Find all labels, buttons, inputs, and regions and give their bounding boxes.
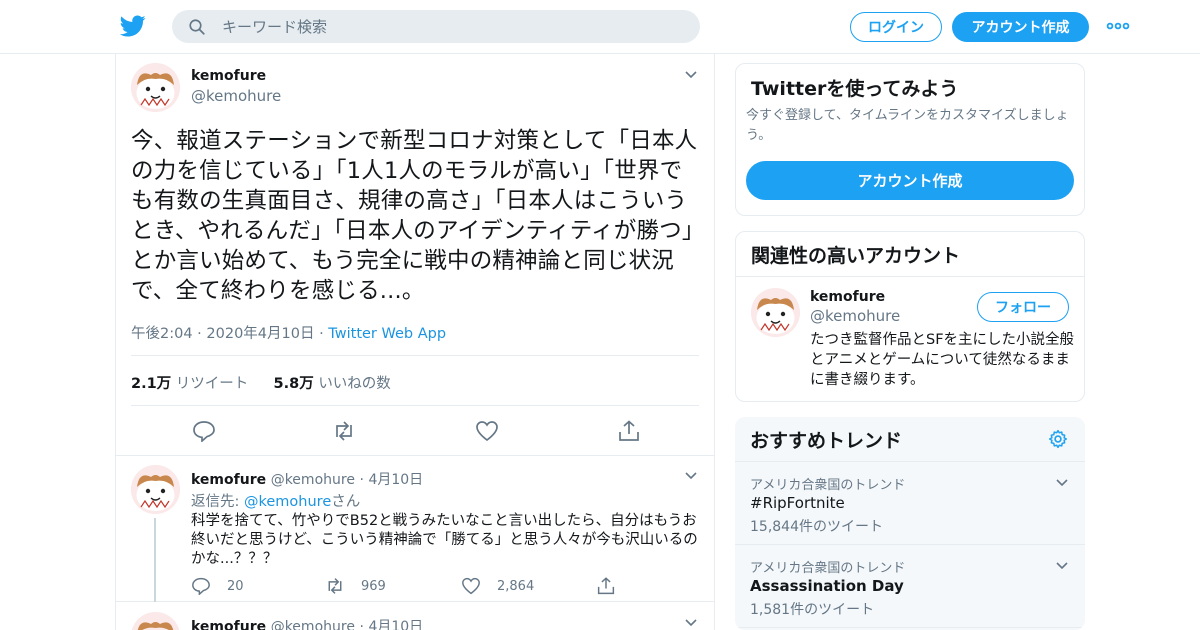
chevron-down-icon[interactable] bbox=[684, 471, 698, 481]
like-action[interactable]: 2,864 bbox=[461, 577, 534, 595]
tweet-source-link[interactable]: Twitter Web App bbox=[328, 326, 446, 342]
chevron-down-icon[interactable] bbox=[684, 70, 698, 80]
create-account-button[interactable]: アカウント作成 bbox=[746, 161, 1074, 200]
tweet-text: 今、報道ステーションで新型コロナ対策として「日本人の力を信じている」「1人1人の… bbox=[131, 128, 698, 304]
more-options-icon[interactable] bbox=[1106, 18, 1130, 34]
reply-author-name[interactable]: kemofure bbox=[191, 619, 266, 630]
share-icon[interactable] bbox=[596, 577, 616, 595]
avatar[interactable] bbox=[131, 612, 180, 630]
search-input[interactable] bbox=[222, 10, 682, 43]
chevron-down-icon[interactable] bbox=[1055, 561, 1069, 571]
trends-card: おすすめトレンド アメリカ合衆国のトレンド #RipFortnite 15,84… bbox=[735, 417, 1085, 630]
reply-to-suffix: さん bbox=[331, 494, 361, 510]
related-account-handle[interactable]: @kemohure bbox=[810, 307, 900, 325]
reply-to-prefix: 返信先: bbox=[191, 494, 240, 510]
cat-avatar-icon bbox=[131, 612, 180, 630]
retweet-count[interactable]: 2.1万 bbox=[131, 376, 171, 392]
retweet-count: 969 bbox=[361, 578, 386, 594]
trend-item[interactable]: アメリカ合衆国のトレンド Assassination Day 1,581件のツイ… bbox=[735, 546, 1085, 628]
trends-header: おすすめトレンド bbox=[735, 417, 1085, 462]
reply-to-line: 返信先: @kemohureさん bbox=[191, 490, 360, 511]
related-accounts-header: 関連性の高いアカウント bbox=[736, 232, 1084, 277]
signup-card-description: 今すぐ登録して、タイムラインをカスタマイズしましょう。 bbox=[746, 108, 1069, 143]
reply-author-name[interactable]: kemofure bbox=[191, 472, 266, 488]
like-label[interactable]: いいねの数 bbox=[318, 376, 391, 392]
cat-avatar-icon bbox=[131, 465, 180, 514]
reply-text: 科学を捨てて、竹やりでB52と戦うみたいなこと言い出したら、自分はもうお終いだと… bbox=[191, 513, 698, 567]
chevron-down-icon[interactable] bbox=[684, 618, 698, 628]
tweet-timestamp[interactable]: 午後2:04 · 2020年4月10日 bbox=[131, 326, 314, 342]
trend-location: アメリカ合衆国のトレンド bbox=[750, 478, 906, 493]
trend-name[interactable]: Assassination Day bbox=[750, 577, 904, 595]
reply-action[interactable]: 20 bbox=[191, 577, 244, 595]
reply-date[interactable]: · 4月10日 bbox=[360, 472, 424, 488]
signup-prompt-card: Twitterを使ってみよう 今すぐ登録して、タイムラインをカスタマイズしましょ… bbox=[735, 63, 1085, 216]
trend-name[interactable]: #RipFortnite bbox=[750, 494, 845, 512]
trend-item[interactable]: アメリカ合衆国のトレンド #RipFortnite 15,844件のツイート bbox=[735, 463, 1085, 545]
follow-button[interactable]: フォロー bbox=[977, 292, 1069, 322]
retweet-label[interactable]: リツイート bbox=[176, 376, 249, 392]
related-account-bio: たつき監督作品とSFを主にした小説全般とアニメとゲームについて徒然なるままに書き… bbox=[810, 332, 1075, 388]
reply-header: kemofure @kemohure · 4月10日 bbox=[191, 616, 423, 630]
reply-author-handle[interactable]: @kemohure bbox=[271, 472, 355, 488]
thread-connector bbox=[154, 518, 156, 602]
tweet-author-name[interactable]: kemofure bbox=[191, 68, 266, 84]
meta-separator: · bbox=[319, 326, 324, 342]
chevron-down-icon[interactable] bbox=[1055, 478, 1069, 488]
twitter-bird-logo-icon[interactable] bbox=[120, 13, 146, 39]
trend-tweet-count: 15,844件のツイート bbox=[750, 519, 883, 535]
reply-to-mention[interactable]: @kemohure bbox=[244, 494, 331, 510]
retweet-action[interactable]: 969 bbox=[325, 577, 386, 595]
like-heart-icon[interactable] bbox=[461, 577, 481, 595]
search-icon bbox=[189, 19, 205, 35]
divider bbox=[131, 405, 699, 406]
reply-icon[interactable] bbox=[191, 577, 211, 595]
share-icon[interactable] bbox=[617, 420, 641, 442]
cat-avatar-icon bbox=[751, 288, 800, 337]
cat-avatar-icon bbox=[131, 63, 180, 112]
related-account-name[interactable]: kemofure bbox=[810, 289, 885, 305]
retweet-icon[interactable] bbox=[332, 420, 356, 442]
retweet-icon[interactable] bbox=[325, 577, 345, 595]
tweet-stats: 2.1万 リツイート 5.8万 いいねの数 bbox=[131, 372, 391, 393]
reply-date[interactable]: · 4月10日 bbox=[360, 619, 424, 630]
like-heart-icon[interactable] bbox=[475, 420, 499, 442]
main-tweet: kemofure @kemohure 今、報道ステーションで新型コロナ対策として… bbox=[116, 54, 714, 456]
reply-author-handle[interactable]: @kemohure bbox=[271, 619, 355, 630]
trends-title: おすすめトレンド bbox=[750, 430, 903, 452]
avatar[interactable] bbox=[131, 63, 180, 112]
timeline-column: kemofure @kemohure 今、報道ステーションで新型コロナ対策として… bbox=[115, 54, 715, 630]
trend-tweet-count: 1,581件のツイート bbox=[750, 602, 875, 618]
reply-tweet[interactable]: kemofure @kemohure · 4月10日 返信先: @kemohur… bbox=[116, 456, 714, 602]
avatar[interactable] bbox=[751, 288, 800, 337]
divider bbox=[131, 355, 699, 356]
related-accounts-card: 関連性の高いアカウント kemofure @kemohure フォロー たつき監… bbox=[735, 231, 1085, 402]
reply-tweet[interactable]: kemofure @kemohure · 4月10日 bbox=[116, 602, 714, 630]
signup-button[interactable]: アカウント作成 bbox=[952, 12, 1089, 42]
signup-card-title: Twitterを使ってみよう bbox=[751, 78, 959, 100]
search-box[interactable] bbox=[172, 10, 700, 43]
like-count: 2,864 bbox=[497, 578, 535, 594]
avatar[interactable] bbox=[131, 465, 180, 514]
top-navigation-bar: ログイン アカウント作成 bbox=[0, 0, 1200, 54]
tweet-metadata: 午後2:04 · 2020年4月10日 · Twitter Web App bbox=[131, 322, 446, 343]
reply-count: 20 bbox=[227, 578, 244, 594]
like-count[interactable]: 5.8万 bbox=[274, 376, 314, 392]
login-button[interactable]: ログイン bbox=[850, 12, 942, 42]
trend-location: アメリカ合衆国のトレンド bbox=[750, 561, 906, 576]
reply-header: kemofure @kemohure · 4月10日 bbox=[191, 469, 423, 489]
settings-gear-icon[interactable] bbox=[1048, 429, 1068, 449]
reply-icon[interactable] bbox=[192, 420, 216, 442]
tweet-author-handle[interactable]: @kemohure bbox=[191, 87, 281, 105]
related-accounts-title: 関連性の高いアカウント bbox=[751, 245, 961, 267]
